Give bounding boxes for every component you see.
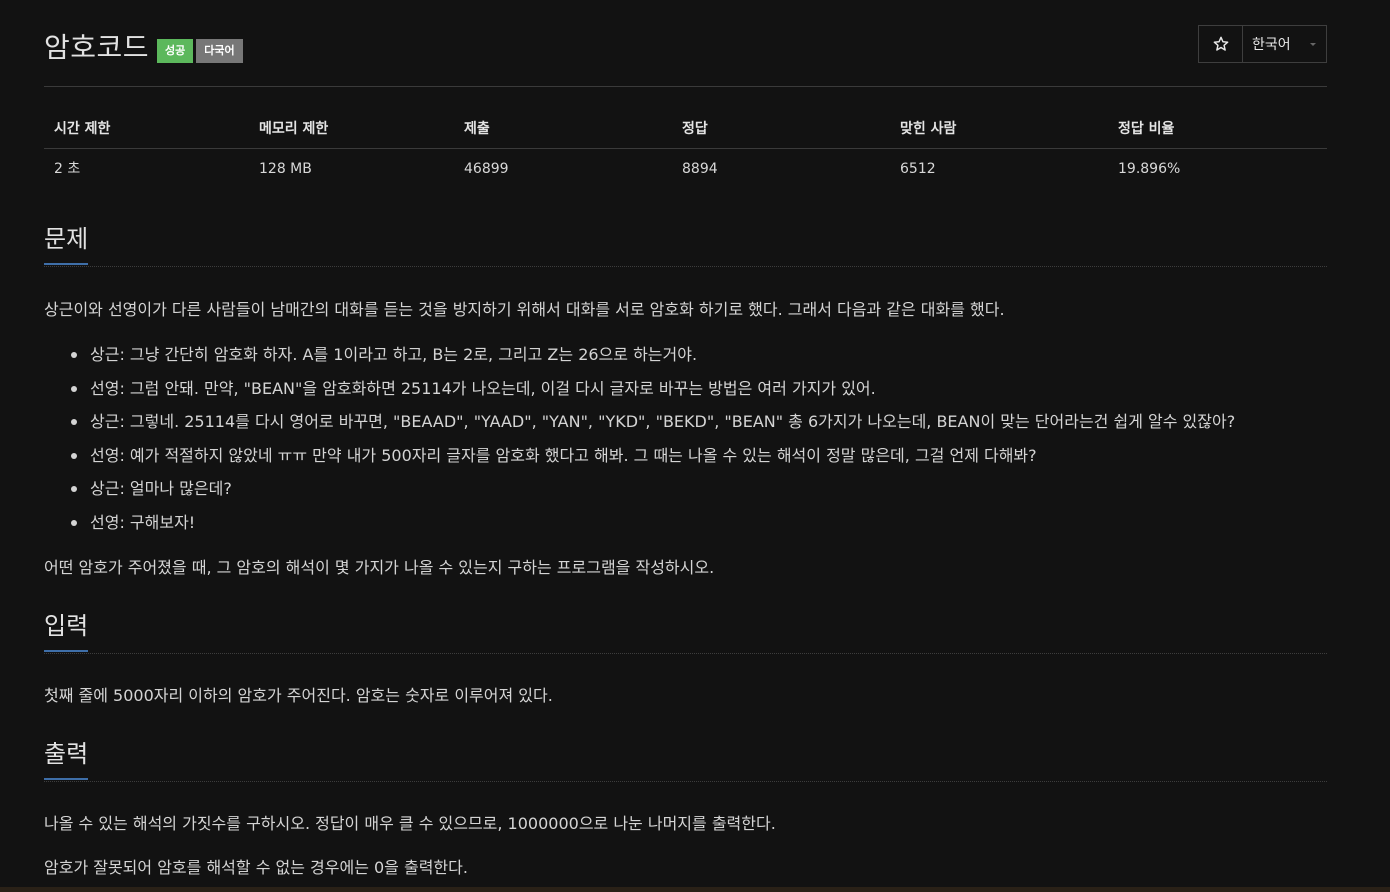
ratio-value: 19.896% (1118, 161, 1181, 177)
input-section-title: 입력 (44, 611, 89, 652)
table-header-accepted: 정답 (682, 121, 708, 137)
list-item: 선영: 그럼 안돼. 만약, "BEAN"을 암호화하면 25114가 나오는데… (44, 372, 1235, 406)
success-badge[interactable]: 성공 (157, 39, 194, 63)
accepted-value[interactable]: 8894 (672, 149, 718, 187)
problem-section-title: 문제 (44, 224, 89, 265)
output-section-header: 출력 (44, 739, 1327, 782)
chevron-down-icon (1310, 43, 1316, 46)
table-header-memory-limit: 메모리 제한 (259, 121, 329, 137)
list-item: 선영: 예가 적절하지 않았네 ㅠㅠ 만약 내가 500자리 글자를 암호화 했… (44, 439, 1235, 473)
problem-page: 암호코드 성공 다국어 한국어 시간 제한 메모리 제한 제출 정답 맞힌 사람… (0, 0, 1390, 892)
list-item: 선영: 구해보자! (44, 506, 1235, 540)
table-row: 2 초 128 MB 46899 8894 6512 19.896% (44, 149, 1327, 187)
star-outline-icon (1213, 36, 1228, 51)
output-text-1: 나올 수 있는 해석의 가짓수를 구하시오. 정답이 매우 클 수 있으므로, … (44, 814, 776, 833)
table-header-time-limit: 시간 제한 (54, 121, 111, 137)
time-limit-value: 2 초 (54, 161, 81, 177)
output-text-2: 암호가 잘못되어 암호를 해석할 수 없는 경우에는 0을 출력한다. (44, 858, 468, 877)
list-item: 상근: 그냥 간단히 암호화 하자. A를 1이라고 하고, B는 2로, 그리… (44, 338, 1235, 372)
problem-section-header: 문제 (44, 224, 1327, 267)
problem-info-table: 시간 제한 메모리 제한 제출 정답 맞힌 사람 정답 비율 2 초 128 M… (44, 110, 1327, 187)
table-header-submissions: 제출 (464, 121, 490, 137)
language-control: 한국어 (1198, 25, 1327, 63)
favorite-button[interactable] (1199, 26, 1243, 62)
input-section-header: 입력 (44, 611, 1327, 654)
title-row: 암호코드 성공 다국어 (44, 24, 246, 68)
page-title: 암호코드 (44, 31, 150, 64)
submissions-value[interactable]: 46899 (454, 149, 509, 187)
memory-limit-value: 128 MB (259, 161, 312, 177)
title-divider (44, 86, 1327, 87)
output-section-title: 출력 (44, 739, 89, 780)
bottom-edge (0, 887, 1390, 892)
solved-users-value[interactable]: 6512 (890, 149, 936, 187)
list-item: 상근: 그렇네. 25114를 다시 영어로 바꾸면, "BEAAD", "YA… (44, 405, 1235, 439)
table-header-solved-users: 맞힌 사람 (900, 121, 957, 137)
problem-intro: 상근이와 선영이가 다른 사람들이 남매간의 대화를 듣는 것을 방지하기 위해… (44, 300, 1005, 319)
language-select[interactable]: 한국어 (1243, 26, 1326, 62)
dialog-list: 상근: 그냥 간단히 암호화 하자. A를 1이라고 하고, B는 2로, 그리… (44, 338, 1235, 540)
table-header-ratio: 정답 비율 (1118, 121, 1175, 137)
input-section: 입력 첫째 줄에 5000자리 이하의 암호가 주어진다. 암호는 숫자로 이루… (44, 611, 1327, 705)
list-item: 상근: 얼마나 많은데? (44, 472, 1235, 506)
table-header-row: 시간 제한 메모리 제한 제출 정답 맞힌 사람 정답 비율 (44, 110, 1327, 149)
multilang-badge[interactable]: 다국어 (196, 39, 243, 63)
input-text: 첫째 줄에 5000자리 이하의 암호가 주어진다. 암호는 숫자로 이루어져 … (44, 686, 553, 705)
output-section: 출력 나올 수 있는 해석의 가짓수를 구하시오. 정답이 매우 클 수 있으므… (44, 739, 1327, 877)
problem-section: 문제 상근이와 선영이가 다른 사람들이 남매간의 대화를 듣는 것을 방지하기… (44, 224, 1327, 577)
problem-outro: 어떤 암호가 주어졌을 때, 그 암호의 해석이 몇 가지가 나올 수 있는지 … (44, 558, 715, 577)
language-select-value: 한국어 (1252, 37, 1291, 53)
